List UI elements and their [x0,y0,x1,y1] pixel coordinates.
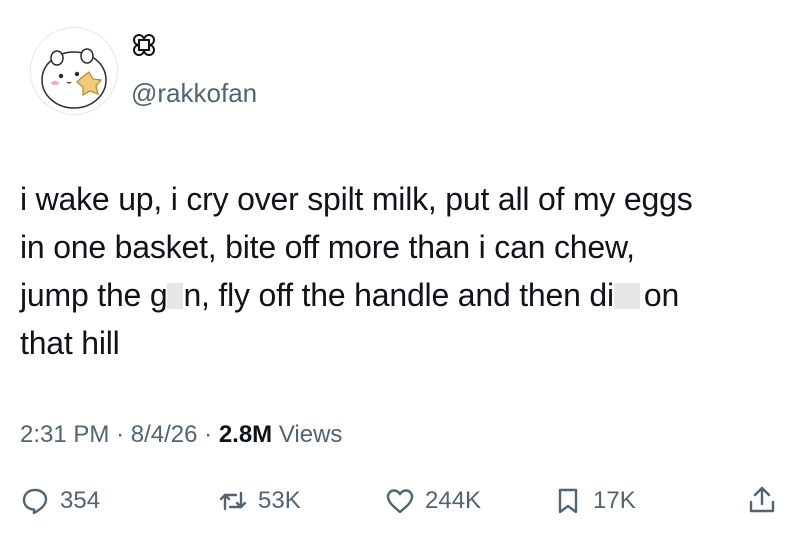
repost-icon [219,491,247,511]
tweet-meta: 2:31 PM · 8/4/26 · 2.8M Views [20,420,342,450]
like-count: 244K [425,487,482,514]
bookmark-button[interactable]: 17K [553,476,636,526]
like-button[interactable]: 244K [385,476,481,526]
author-handle[interactable]: @rakkofan [131,78,257,108]
reply-button[interactable]: 354 [20,476,100,526]
clover-glyph-icon [131,32,157,58]
views-count: 2.8M [218,421,273,448]
tweet-text: i wake up, i cry over spilt milk, put al… [20,175,790,367]
tweet-line: in one basket, bite off more than i can … [20,229,635,265]
repost-count: 53K [258,487,301,514]
share-button[interactable] [746,484,778,516]
tweet-time[interactable]: 2:31 PM [20,421,109,448]
tweet-fragment: jump the g [20,277,168,313]
reply-icon [22,488,48,515]
share-icon [749,486,775,513]
tweet-line: jump the g n, fly off the handle and then… [20,271,790,319]
tweet-line: i wake up, i cry over spilt milk, put al… [20,181,693,217]
repost-button[interactable]: 53K [218,476,301,526]
meta-separator: · [116,421,125,448]
avatar[interactable] [30,27,118,115]
redaction-block [167,283,184,309]
tweet-fragment: n, fly off the handle and then di [183,277,614,313]
meta-separator: · [204,421,213,448]
redaction-block [613,283,640,309]
tweet-date[interactable]: 8/4/26 [131,421,198,448]
tweet-line: that hill [20,325,120,361]
reply-count: 354 [60,487,101,514]
heart-icon [386,489,414,514]
views-label: Views [278,421,343,448]
bookmark-icon [558,488,578,514]
tweet-fragment: on [643,277,680,313]
action-bar: 354 53K 244K 17K [0,476,800,526]
chiikawa-avatar-icon [41,48,107,109]
bookmark-count: 17K [593,487,636,514]
